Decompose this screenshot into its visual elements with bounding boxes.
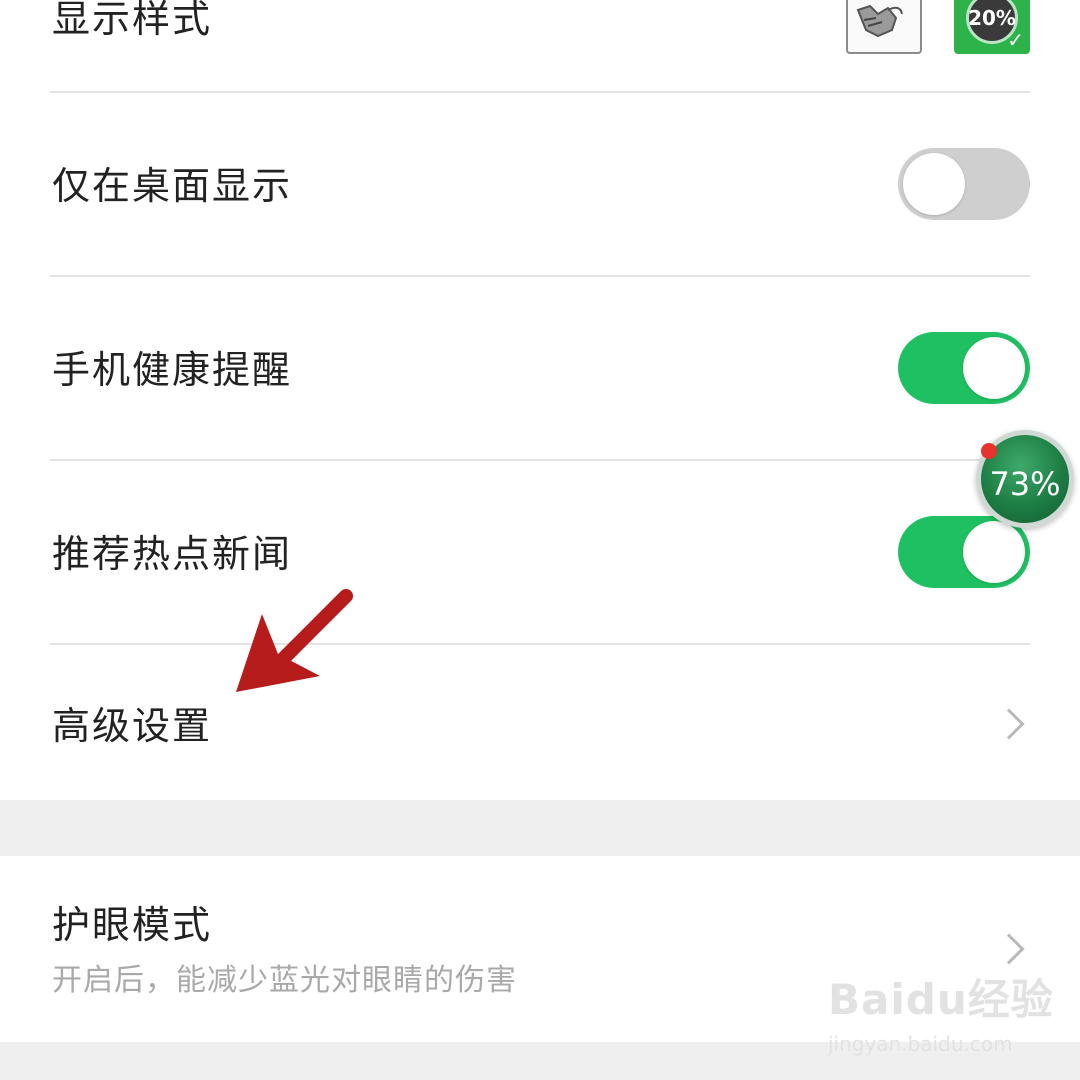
- eye-care-label: 护眼模式: [52, 903, 213, 947]
- hot-news-toggle[interactable]: [898, 516, 1030, 588]
- advanced-settings-label: 高级设置: [52, 704, 213, 748]
- desktop-only-label: 仅在桌面显示: [52, 164, 293, 208]
- selected-check-icon: ✓: [1007, 28, 1024, 52]
- hot-news-row[interactable]: 推荐热点新闻: [0, 461, 1080, 644]
- health-reminder-label: 手机健康提醒: [52, 348, 293, 392]
- eye-care-description: 开启后，能减少蓝光对眼睛的伤害: [52, 963, 517, 998]
- settings-card-main: 显示样式 20% ✓ 仅在桌面显示 手机健康提醒 推荐热点新闻 高级设置: [0, 0, 1080, 800]
- notification-dot: [981, 443, 997, 459]
- advanced-settings-row[interactable]: 高级设置: [0, 645, 1080, 800]
- floating-ball-percent: 73%: [989, 465, 1061, 503]
- toggle-knob: [903, 153, 965, 215]
- health-reminder-toggle[interactable]: [898, 332, 1030, 404]
- desktop-only-row[interactable]: 仅在桌面显示: [0, 93, 1080, 276]
- sticker-figure-icon: [856, 4, 903, 38]
- toggle-knob: [963, 521, 1025, 583]
- ball-preview-percent: 20%: [968, 6, 1016, 30]
- health-reminder-row[interactable]: 手机健康提醒: [0, 277, 1080, 460]
- chevron-right-icon: [993, 933, 1025, 965]
- baidu-watermark-url: jingyan.baidu.com: [828, 1032, 1013, 1056]
- display-style-row: 显示样式 20% ✓: [0, 0, 1080, 92]
- chevron-right-icon: [993, 708, 1025, 740]
- desktop-only-toggle[interactable]: [898, 148, 1030, 220]
- percentage-ball-style-icon[interactable]: 20% ✓: [954, 0, 1030, 54]
- floating-memory-ball[interactable]: 73%: [976, 430, 1074, 528]
- baidu-watermark: Baidu经验: [828, 975, 1054, 1024]
- display-style-label: 显示样式: [52, 0, 213, 41]
- toggle-knob: [963, 337, 1025, 399]
- hot-news-label: 推荐热点新闻: [52, 532, 293, 576]
- sticker-style-icon[interactable]: [846, 0, 922, 54]
